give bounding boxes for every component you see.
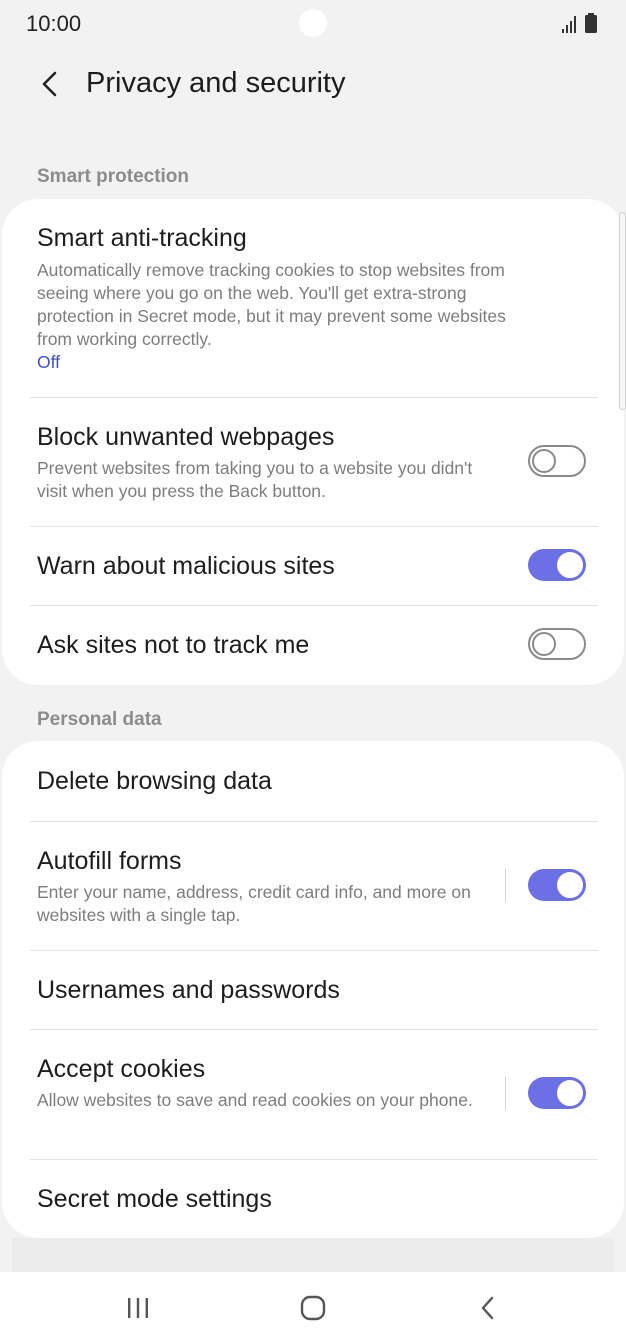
delete-browsing-data-title: Delete browsing data — [37, 767, 272, 795]
smart-anti-tracking-value: Off — [37, 352, 61, 372]
status-time: 10:00 — [26, 11, 82, 36]
block-unwanted-webpages-toggle[interactable] — [528, 445, 586, 477]
section-label-personal-data: Personal data — [37, 709, 162, 730]
nav-back-button[interactable] — [458, 1288, 518, 1328]
vertical-separator — [505, 868, 506, 902]
secret-mode-settings-title: Secret mode settings — [37, 1185, 272, 1213]
page-title: Privacy and security — [86, 67, 346, 99]
back-arrow-icon — [42, 71, 57, 97]
toggle-knob — [555, 870, 585, 900]
usernames-and-passwords-item[interactable]: Usernames and passwords — [30, 951, 596, 1029]
scrollbar-thumb[interactable] — [619, 212, 626, 410]
toggle-knob — [532, 449, 556, 473]
ask-sites-not-to-track-title: Ask sites not to track me — [37, 631, 310, 659]
delete-browsing-data-item[interactable]: Delete browsing data — [30, 741, 596, 821]
smart-anti-tracking-title: Smart anti-tracking — [37, 224, 247, 252]
autofill-forms-item[interactable]: Autofill forms Enter your name, address,… — [30, 822, 596, 950]
accept-cookies-toggle[interactable] — [528, 1077, 586, 1109]
vertical-separator — [505, 1076, 506, 1110]
autofill-forms-description: Enter your name, address, credit card in… — [37, 882, 471, 925]
home-button[interactable] — [283, 1288, 343, 1328]
ask-sites-not-to-track-item[interactable]: Ask sites not to track me — [30, 606, 596, 685]
smart-anti-tracking-item[interactable]: Smart anti-tracking Automatically remove… — [30, 199, 596, 397]
smart-protection-card: Smart anti-tracking Automatically remove… — [2, 199, 624, 685]
accept-cookies-description: Allow websites to save and read cookies … — [37, 1090, 473, 1110]
block-unwanted-webpages-item[interactable]: Block unwanted webpages Prevent websites… — [30, 398, 596, 526]
personal-data-card: Delete browsing data Autofill forms Ente… — [2, 741, 624, 1238]
status-bar: 10:00 — [0, 0, 626, 48]
toggle-knob — [555, 1078, 585, 1108]
back-button[interactable] — [28, 62, 72, 106]
toggle-knob — [555, 550, 585, 580]
warn-malicious-sites-toggle[interactable] — [528, 549, 586, 581]
autofill-forms-toggle[interactable] — [528, 869, 586, 901]
autofill-forms-title: Autofill forms — [37, 847, 182, 875]
warn-malicious-sites-title: Warn about malicious sites — [37, 552, 335, 580]
secret-mode-settings-item[interactable]: Secret mode settings — [30, 1160, 596, 1238]
block-unwanted-webpages-description: Prevent websites from taking you to a we… — [37, 458, 473, 501]
recents-button[interactable] — [108, 1288, 168, 1328]
toggle-knob — [532, 632, 556, 656]
status-icons — [562, 13, 597, 33]
battery-icon — [585, 13, 597, 33]
home-icon — [300, 1295, 326, 1321]
app-bar: Privacy and security — [0, 54, 626, 114]
next-card-peek — [12, 1238, 614, 1272]
smart-anti-tracking-description: Automatically remove tracking cookies to… — [37, 260, 506, 349]
recents-icon — [128, 1298, 148, 1318]
usernames-and-passwords-title: Usernames and passwords — [37, 976, 340, 1004]
navigation-bar — [0, 1272, 626, 1344]
section-label-smart-protection: Smart protection — [37, 166, 190, 187]
warn-malicious-sites-item[interactable]: Warn about malicious sites — [30, 527, 596, 605]
camera-cutout — [299, 9, 327, 37]
nav-back-icon — [481, 1296, 494, 1320]
ask-sites-not-to-track-toggle[interactable] — [528, 628, 586, 660]
block-unwanted-webpages-title: Block unwanted webpages — [37, 423, 335, 451]
accept-cookies-title: Accept cookies — [37, 1055, 206, 1083]
signal-icon — [562, 16, 576, 33]
accept-cookies-item[interactable]: Accept cookies Allow websites to save an… — [30, 1030, 596, 1159]
